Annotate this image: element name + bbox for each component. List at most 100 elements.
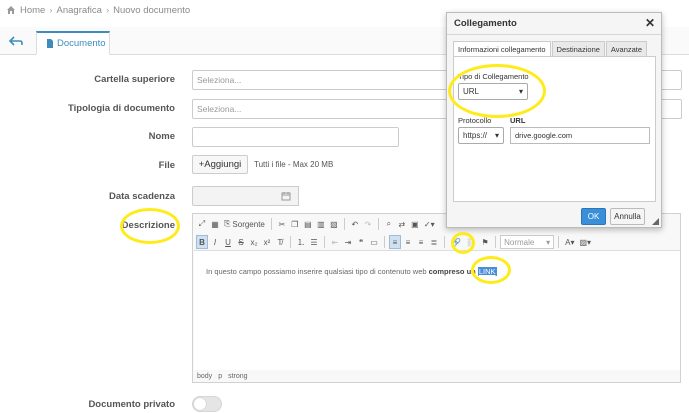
path-item[interactable]: p (218, 373, 222, 380)
dialog-title: Collegamento (454, 18, 517, 29)
tab-informazioni[interactable]: Informazioni collegamento (453, 41, 551, 56)
cut-icon[interactable]: ✂ (276, 217, 288, 231)
file-label: File (158, 160, 175, 171)
redo-icon[interactable]: ↷ (362, 217, 374, 231)
annotation-circle-tipo (448, 64, 546, 118)
file-hint: Tutti i file - Max 20 MB (254, 160, 334, 169)
chevron-down-icon: ▾ (546, 237, 551, 247)
blockquote-icon[interactable]: ❝ (355, 235, 367, 249)
scadenza-label: Data scadenza (108, 191, 175, 202)
bulleted-list-icon[interactable]: ☰ (308, 235, 320, 249)
toolbar-divider (444, 236, 445, 248)
privato-toggle[interactable] (192, 396, 222, 412)
superscript-icon[interactable]: x² (261, 235, 273, 249)
align-center-icon[interactable]: ≡ (402, 235, 414, 249)
toolbar-divider (324, 236, 325, 248)
paste-word-icon[interactable]: ▧ (328, 217, 340, 231)
select-all-icon[interactable]: ▣ (409, 217, 421, 231)
bold-icon[interactable]: B (196, 235, 208, 249)
link-dialog: Collegamento ✕ Informazioni collegamento… (446, 12, 662, 228)
editor-bold-text: compreso un (428, 267, 476, 276)
format-select-value: Normale (504, 237, 535, 247)
source-button[interactable]: ⎘ Sorgente (222, 217, 267, 231)
url-input[interactable]: drive.google.com (510, 127, 650, 144)
toolbar-divider (377, 218, 379, 230)
tipologia-select[interactable]: Seleziona... (192, 99, 448, 119)
tab-avanzate[interactable]: Avanzate (605, 41, 648, 56)
tab-destinazione[interactable]: Destinazione (551, 41, 605, 56)
tab-label: Documento (57, 38, 106, 49)
toolbar-divider (270, 218, 272, 230)
toolbar-divider (343, 218, 345, 230)
annotation-circle-link-icon (451, 232, 475, 254)
align-justify-icon[interactable]: ≣ (428, 235, 440, 249)
cartella-select-end[interactable] (660, 70, 682, 90)
annotation-circle-link-text (471, 256, 511, 284)
align-right-icon[interactable]: ≡ (415, 235, 427, 249)
tab-documento[interactable]: Documento (36, 31, 110, 55)
text-color-icon[interactable]: A▾ (563, 235, 576, 249)
nome-label: Nome (148, 131, 175, 142)
italic-icon[interactable]: I (209, 235, 221, 249)
add-file-button[interactable]: +Aggiungi (192, 155, 248, 174)
home-icon (7, 6, 15, 14)
path-item[interactable]: strong (228, 373, 247, 380)
replace-icon[interactable]: ⇄ (396, 217, 408, 231)
breadcrumb-section[interactable]: Anagrafica (57, 5, 102, 16)
tipologia-select-end[interactable] (660, 99, 682, 119)
cartella-label: Cartella superiore (94, 74, 175, 85)
calendar-button[interactable] (273, 186, 299, 206)
cartella-select[interactable]: Seleziona... (192, 70, 448, 90)
copy-icon[interactable]: ❐ (289, 217, 301, 231)
toolbar-divider (558, 236, 560, 248)
align-left-icon[interactable]: ≡ (389, 235, 401, 249)
paste-icon[interactable]: ▤ (302, 217, 314, 231)
close-icon[interactable]: ✕ (645, 17, 655, 29)
calendar-icon (281, 192, 290, 201)
editor-toolbar-row-2: B I U S x₂ x² T̸ ⒈ ☰ ⇤ ⇥ ❝ ▭ ≡ ≡ ≡ ≣ 🔗 ⛓… (196, 234, 593, 250)
toolbar-divider (495, 236, 497, 248)
breadcrumb-current: Nuovo documento (113, 4, 191, 16)
anchor-flag-icon[interactable]: ⚑ (479, 235, 491, 249)
remove-format-icon[interactable]: T̸ (274, 235, 286, 249)
resize-grip-icon[interactable] (652, 218, 659, 225)
back-arrow-icon[interactable] (8, 34, 24, 48)
protocollo-select-value: https:// (463, 131, 488, 140)
file-icon (47, 39, 53, 48)
element-path-bar: body p strong (197, 373, 248, 380)
background-color-icon[interactable]: ▨▾ (577, 235, 593, 249)
strikethrough-icon[interactable]: S (235, 235, 247, 249)
editor-text: In questo campo possiamo inserire qualsi… (206, 267, 429, 276)
editor-content-area[interactable]: In questo campo possiamo inserire qualsi… (194, 250, 680, 370)
url-label: URL (510, 116, 526, 125)
cancel-button[interactable]: Annulla (610, 208, 645, 225)
format-select[interactable]: Normale ▾ (500, 235, 555, 249)
outdent-icon[interactable]: ⇤ (329, 235, 341, 249)
maximize-icon[interactable]: ⤢ (196, 217, 208, 231)
toolbar-divider (290, 236, 291, 248)
toolbar-divider (384, 236, 385, 248)
find-icon[interactable]: ⌕ (383, 217, 395, 231)
subscript-icon[interactable]: x₂ (248, 235, 260, 249)
numbered-list-icon[interactable]: ⒈ (295, 235, 307, 249)
div-icon[interactable]: ▭ (368, 235, 380, 249)
breadcrumb: Home › Anagrafica › Nuovo documento (6, 3, 190, 17)
breadcrumb-separator-icon: › (105, 4, 110, 16)
spellcheck-icon[interactable]: ✓▾ (422, 217, 437, 231)
editor-toolbar-row-1: ⤢ ▦ ⎘ Sorgente ✂ ❐ ▤ ▥ ▧ ↶ ↷ ⌕ ⇄ ▣ ✓▾ (196, 216, 437, 232)
ok-button[interactable]: OK (581, 208, 606, 225)
protocollo-select[interactable]: https:// ▾ (458, 127, 504, 144)
breadcrumb-separator-icon: › (49, 4, 53, 16)
underline-icon[interactable]: U (222, 235, 234, 249)
undo-icon[interactable]: ↶ (349, 217, 361, 231)
nome-input[interactable] (192, 127, 399, 147)
blocks-icon[interactable]: ▦ (209, 217, 221, 231)
breadcrumb-home[interactable]: Home (20, 5, 45, 16)
paste-text-icon[interactable]: ▥ (315, 217, 327, 231)
scadenza-input[interactable] (192, 186, 274, 206)
path-item[interactable]: body (197, 373, 212, 380)
annotation-circle-descrizione (120, 208, 180, 244)
indent-icon[interactable]: ⇥ (342, 235, 354, 249)
dialog-tabs: Informazioni collegamento Destinazione A… (453, 41, 648, 56)
privato-label: Documento privato (88, 399, 175, 410)
